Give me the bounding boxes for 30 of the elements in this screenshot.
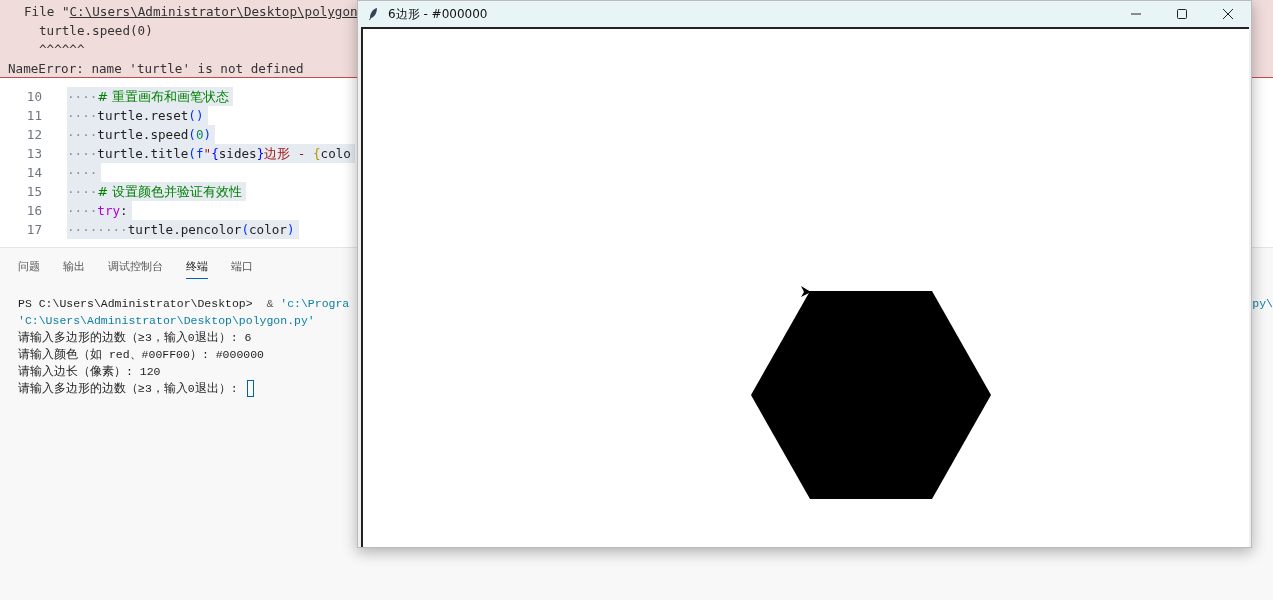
line-number: 10	[25, 88, 43, 106]
panel-tab[interactable]: 调试控制台	[108, 259, 163, 279]
line-number: 13	[25, 145, 43, 163]
terminal-line: 请输入边长（像素）: 120	[18, 364, 161, 380]
line-number: 15	[25, 183, 43, 201]
turtle-cursor-icon	[801, 286, 811, 297]
panel-tab[interactable]: 终端	[186, 259, 208, 279]
panel-tab[interactable]: 端口	[231, 259, 253, 279]
error-message: NameError: name 'turtle' is not defined	[8, 60, 305, 78]
line-number: 11	[25, 107, 43, 125]
line-number: 17	[25, 221, 43, 239]
panel-tab[interactable]: 输出	[63, 259, 85, 279]
terminal-line: py\	[1252, 297, 1273, 310]
terminal-line: 请输入颜色（如 red、#00FF00）: #000000	[18, 347, 265, 363]
line-number: 16	[25, 202, 43, 220]
error-code-line: turtle.speed(0)	[38, 22, 154, 40]
terminal-line: 请输入多边形的边数（≥3，输入0退出）:	[18, 381, 239, 397]
line-number: 14	[25, 164, 43, 182]
terminal-line: 请输入多边形的边数（≥3，输入0退出）: 6	[18, 330, 252, 346]
close-icon	[1222, 8, 1234, 20]
maximize-icon	[1176, 8, 1188, 20]
file-link[interactable]: C:\Users\Administrator\Desktop\polygon	[69, 4, 358, 19]
line-number: 12	[25, 126, 43, 144]
terminal-line: PS C:\Users\Administrator\Desktop> & 'c:\Progra	[18, 296, 350, 312]
window-title: 6边形 - #000000	[388, 5, 488, 23]
terminal-line: 'C:\Users\Administrator\Desktop\polygon.py'	[18, 313, 315, 329]
feather-icon	[368, 7, 378, 21]
error-code-line: ^^^^^^	[38, 41, 86, 59]
error-text: File "	[24, 4, 70, 19]
panel-tab[interactable]: 问题	[18, 259, 40, 279]
